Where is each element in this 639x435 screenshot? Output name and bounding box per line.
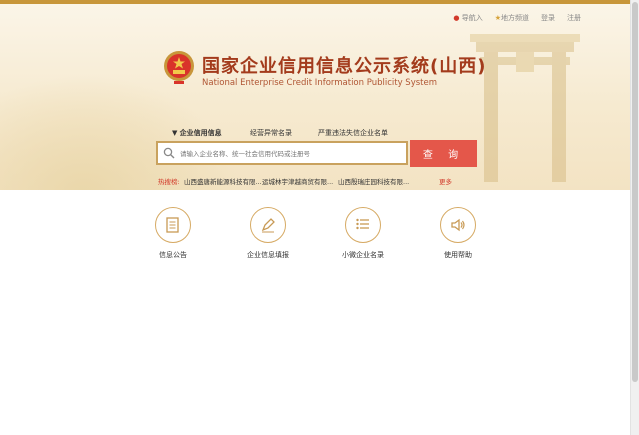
service-label: 信息公告 [159,251,187,259]
location-icon: ● [453,14,460,22]
nav-link[interactable]: ● 导航入 [453,13,482,23]
search-input[interactable] [178,145,404,163]
tab-label: 企业信用信息 [179,129,222,137]
service-label: 使用帮助 [444,251,472,259]
service-micro-enterprise-list[interactable]: 小微企业名录 [333,207,393,260]
tab-serious-violation-list[interactable]: 严重违法失信企业名单 [318,128,388,138]
speaker-icon [451,218,465,232]
hot-search-more-link[interactable]: 更多 [439,176,452,186]
service-icon-circle [440,207,476,243]
hot-search-item[interactable]: 山西盛唐新能源科技有限... [184,176,262,186]
top-nav: ● 导航入 ★地方频道 登录 注册 [453,13,581,23]
ceremonial-gate-decoration [470,34,580,182]
page-subtitle: National Enterprise Credit Information P… [202,78,437,88]
service-help[interactable]: 使用帮助 [428,207,488,260]
tab-enterprise-credit[interactable]: ▼ 企业信用信息 [172,128,222,138]
hot-search-item[interactable]: 山西殷瑞庄园科技有限... [338,176,409,186]
service-info-filing[interactable]: 企业信息填报 [238,207,298,260]
service-icon-circle [345,207,381,243]
national-emblem-icon [164,51,194,84]
hot-search-label: 热搜榜: [158,178,180,186]
search-button[interactable]: 查 询 [410,140,477,167]
vertical-scrollbar[interactable] [630,0,639,435]
service-info-announcement[interactable]: 信息公告 [143,207,203,260]
service-label: 小微企业名录 [342,251,384,259]
nav-link-label: 导航入 [461,14,483,22]
list-icon [356,218,369,230]
service-label: 企业信息填报 [247,251,289,259]
page-title: 国家企业信用信息公示系统(山西) [202,56,487,77]
pen-icon [261,218,275,233]
search-icon [163,147,175,159]
header-banner: ● 导航入 ★地方频道 登录 注册 国家企业信用信息公示系统(山西) Natio… [0,4,631,190]
tab-abnormal-list[interactable]: 经营异常名录 [250,128,292,138]
search-box [156,141,408,165]
scrollbar-thumb[interactable] [632,2,638,382]
register-link[interactable]: 注册 [567,13,581,23]
service-icon-circle [250,207,286,243]
region-link[interactable]: ★地方频道 [495,13,529,23]
region-link-label: 地方频道 [501,14,529,22]
service-icon-circle [155,207,191,243]
login-link[interactable]: 登录 [541,13,555,23]
hot-search-item[interactable]: 运城林宇津越商贸有限... [262,176,333,186]
document-icon [166,217,179,233]
